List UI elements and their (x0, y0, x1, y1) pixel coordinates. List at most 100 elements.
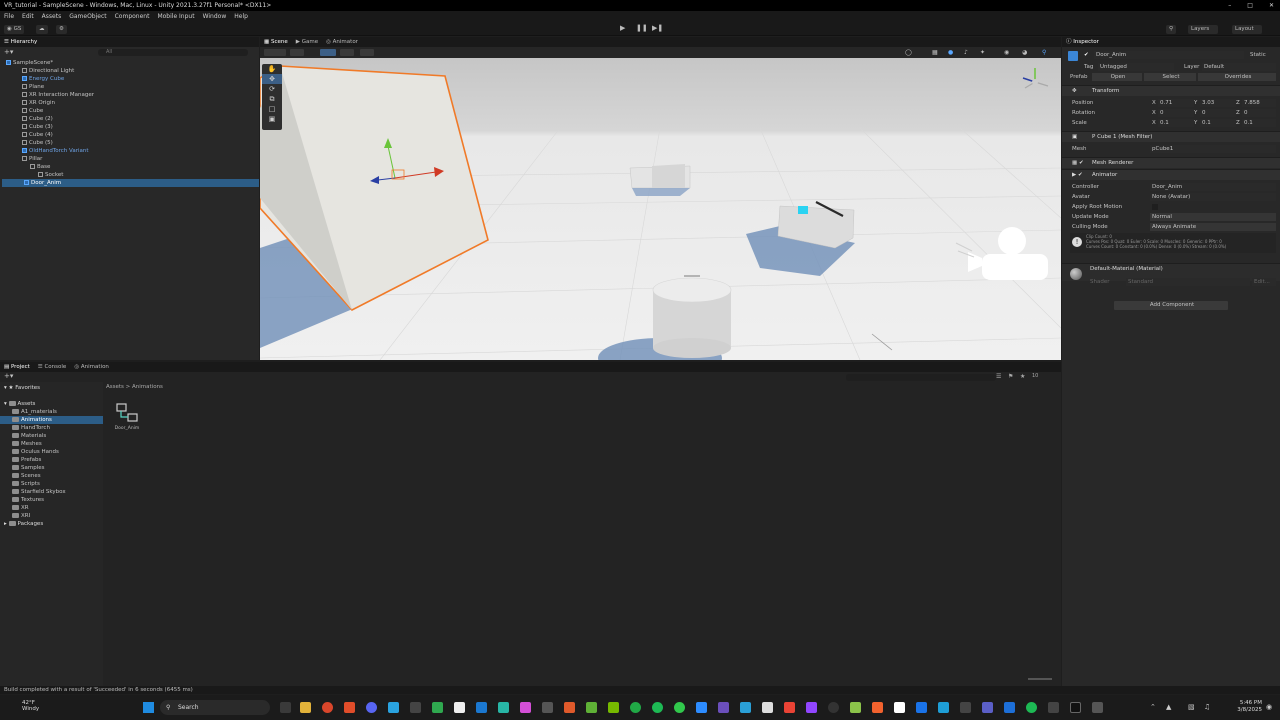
task-view-icon[interactable] (280, 702, 291, 713)
folder-item[interactable]: A1_materials (0, 408, 57, 416)
rotation-y-field[interactable]: 0 (1200, 109, 1236, 117)
add-icon[interactable]: +▾ (4, 48, 13, 56)
menu-component[interactable]: Component (115, 11, 150, 22)
account-button[interactable]: ◉ GS (4, 25, 25, 34)
twitch-icon[interactable] (806, 702, 817, 713)
maximize-icon[interactable]: □ (1247, 0, 1253, 11)
audio-icon[interactable]: ♪ (964, 49, 974, 56)
folder-item[interactable]: Meshes (0, 440, 42, 448)
layers-dropdown[interactable]: Layers (1188, 25, 1218, 34)
app-icon-4[interactable] (476, 702, 487, 713)
app-icon-16[interactable] (850, 702, 861, 713)
layout-dropdown[interactable]: Layout (1232, 25, 1262, 34)
pivot-dropdown[interactable] (290, 49, 304, 56)
app-icon-8[interactable] (586, 702, 597, 713)
scale-x-field[interactable]: 0.1 (1158, 119, 1194, 127)
hierarchy-item[interactable]: Door_Anim (2, 179, 259, 187)
orientation-icon[interactable]: ◯ (905, 49, 915, 56)
menu-file[interactable]: File (4, 11, 14, 22)
app-icon-6[interactable] (520, 702, 531, 713)
hierarchy-search-input[interactable]: All (98, 49, 248, 56)
app-icon-7[interactable] (564, 702, 575, 713)
tab-hierarchy[interactable]: ☰ Hierarchy (4, 37, 37, 47)
update-mode-dropdown[interactable]: Normal (1150, 213, 1276, 221)
static-label[interactable]: Static (1250, 51, 1266, 59)
shader-edit-button[interactable]: Edit... (1252, 278, 1276, 286)
app-icon-11[interactable] (674, 702, 685, 713)
hierarchy-item[interactable]: Base (0, 163, 50, 171)
culling-mode-dropdown[interactable]: Always Animate (1150, 223, 1276, 231)
mesh-renderer-header[interactable]: ▦ ✔ Mesh Renderer (1062, 157, 1280, 168)
add-component-button[interactable]: Add Component (1114, 301, 1228, 310)
avatar-field[interactable]: None (Avatar) (1150, 193, 1276, 201)
filter-label-icon[interactable]: ⚑ (1008, 373, 1013, 380)
hierarchy-item[interactable]: Cube (5) (0, 139, 53, 147)
nvidia-icon[interactable] (608, 702, 619, 713)
grid-toggle-button[interactable] (360, 49, 374, 56)
star-icon[interactable]: ★ (1020, 373, 1025, 380)
obs-icon[interactable] (828, 702, 839, 713)
capcut-icon[interactable] (1070, 702, 1081, 713)
position-z-field[interactable]: 7.858 (1242, 99, 1276, 107)
discord-icon[interactable] (366, 702, 377, 713)
breadcrumb-assets[interactable]: Assets (106, 384, 124, 390)
move-tool-icon[interactable]: ✥ (262, 74, 282, 84)
app-icon-2[interactable] (410, 702, 421, 713)
camera-settings-icon[interactable]: ◉ (1004, 49, 1014, 56)
effects-icon[interactable]: ✦ (980, 49, 990, 56)
root-motion-checkbox[interactable] (1152, 204, 1158, 210)
app-icon-3[interactable] (454, 702, 465, 713)
shader-dropdown[interactable]: Standard (1126, 278, 1250, 286)
2d-toggle-icon[interactable]: ▦ (932, 49, 942, 56)
tab-console[interactable]: ☰ Console (38, 362, 67, 372)
layer-dropdown[interactable]: Default (1202, 63, 1276, 71)
tray-app-icon[interactable]: ▲ (1166, 703, 1171, 711)
rotation-x-field[interactable]: 0 (1158, 109, 1194, 117)
app-icon-17[interactable] (872, 702, 883, 713)
filter-type-icon[interactable]: ☰ (996, 373, 1001, 380)
hierarchy-item[interactable]: Cube (0, 107, 43, 115)
app-icon-10[interactable] (652, 702, 663, 713)
spotify-icon[interactable] (1026, 702, 1037, 713)
google-icon[interactable] (894, 702, 905, 713)
active-checkbox[interactable]: ✔ (1084, 51, 1089, 59)
unity-hub-icon[interactable] (542, 702, 553, 713)
play-icon[interactable]: ▶ (620, 24, 625, 32)
favorites-item[interactable]: ▾ ★ Favorites (4, 384, 40, 392)
minimize-icon[interactable]: – (1228, 0, 1231, 11)
lighting-icon[interactable]: ● (948, 49, 958, 56)
rect-tool-icon[interactable]: □ (262, 104, 282, 114)
project-search-input[interactable] (846, 374, 996, 381)
app-icon-13[interactable] (740, 702, 751, 713)
app-icon-20[interactable] (1004, 702, 1015, 713)
app-icon-18[interactable] (938, 702, 949, 713)
grid-snap-button[interactable] (320, 49, 336, 56)
hierarchy-item[interactable]: Cube (3) (0, 123, 53, 131)
tab-inspector[interactable]: ⓘ Inspector (1066, 37, 1099, 47)
maps-icon[interactable] (916, 702, 927, 713)
tab-animator[interactable]: ◎ Animator (326, 37, 358, 47)
folder-item[interactable]: Scenes (0, 472, 41, 480)
folder-item[interactable]: HandTorch (0, 424, 50, 432)
volume-icon[interactable]: ♫ (1204, 703, 1210, 711)
hierarchy-item[interactable]: OldHandTorch Variant (0, 147, 89, 155)
scene-search-icon[interactable]: ⚲ (1042, 49, 1052, 56)
step-icon[interactable]: ▶❚ (652, 24, 663, 32)
transform-tool-icon[interactable]: ▣ (262, 114, 282, 124)
file-explorer-icon[interactable] (300, 702, 311, 713)
menu-assets[interactable]: Assets (42, 11, 62, 22)
hierarchy-item[interactable]: Cube (4) (0, 131, 53, 139)
prefab-overrides-dropdown[interactable]: Overrides (1198, 73, 1276, 81)
weather-widget[interactable]: 42°F Windy (8, 700, 39, 712)
asset-door-anim[interactable]: Door_Anim (112, 402, 142, 442)
prefab-open-button[interactable]: Open (1092, 73, 1142, 81)
scale-y-field[interactable]: 0.1 (1200, 119, 1236, 127)
windows-start-icon[interactable] (143, 702, 154, 713)
prefab-select-button[interactable]: Select (1144, 73, 1196, 81)
search-icon[interactable]: ⚲ (1166, 25, 1177, 34)
hierarchy-item[interactable]: Pillar (0, 155, 42, 163)
hierarchy-item[interactable]: Socket (0, 171, 63, 179)
close-icon[interactable]: ✕ (1269, 0, 1274, 11)
tab-animation[interactable]: ◎ Animation (74, 362, 109, 372)
cloud-icon[interactable]: ☁ (36, 25, 48, 34)
